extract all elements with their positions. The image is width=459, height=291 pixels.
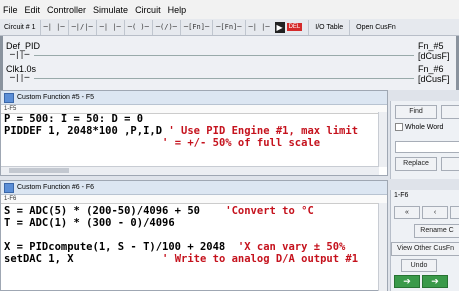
- code-line: P = 500: I = 50: D = 0: [4, 113, 144, 125]
- code-line: X = PIDcompute(1, S - T)/100 + 2048 'X c…: [4, 241, 346, 253]
- menu-bar: File Edit Controller Simulate Circuit He…: [0, 0, 459, 19]
- cf5-horizontal-scrollbar[interactable]: [1, 166, 379, 175]
- menu-help[interactable]: Help: [168, 5, 187, 15]
- rung2-wire: [34, 78, 414, 79]
- function-alt-tool[interactable]: ─[Fn]─: [212, 19, 244, 35]
- cf5-title-bar: Custom Function #5 - F5: [1, 91, 387, 105]
- first-button[interactable]: «: [394, 206, 420, 219]
- play-icon[interactable]: ▶: [274, 21, 285, 33]
- coil-tool[interactable]: ─( )─: [123, 19, 152, 35]
- code-line: setDAC 1, X ' Write to analog D/A output…: [4, 253, 359, 265]
- branch-tool[interactable]: ─| |─: [244, 19, 273, 35]
- whole-word-option[interactable]: Whole Word: [395, 123, 443, 131]
- menu-controller[interactable]: Controller: [47, 5, 86, 15]
- contact-no-tool[interactable]: ─| |─: [39, 19, 68, 35]
- code-line: T = ADC(1) * (300 - 0)/4096: [4, 217, 175, 229]
- delete-button[interactable]: DEL: [286, 23, 303, 31]
- rung1-fn-label[interactable]: Fn_#5: [418, 41, 444, 51]
- nav-tab-label: 1-F6: [394, 192, 409, 199]
- cusfn-nav-panel: 1-F6 « ‹ Rename C View Other CusFn Undo …: [390, 190, 459, 291]
- coil-not-tool[interactable]: ─(/)─: [151, 19, 180, 35]
- rung1-contact-icon[interactable]: ─||─: [10, 50, 29, 59]
- arrow-left-icon[interactable]: ➔: [394, 275, 420, 288]
- cf6-code-editor[interactable]: S = ADC(5) * (200-50)/4096 + 50 'Convert…: [4, 205, 376, 291]
- cf6-tab[interactable]: 1-F6: [1, 195, 387, 204]
- cf6-vertical-scrollbar[interactable]: [378, 203, 387, 291]
- contact-parallel-tool[interactable]: ─| |─: [95, 19, 124, 35]
- window-icon: [4, 182, 14, 193]
- cf5-title: Custom Function #5 - F5: [17, 94, 95, 101]
- contact-nc-tool[interactable]: ─|/|─: [67, 19, 96, 35]
- find-next-button[interactable]: [441, 105, 459, 119]
- menu-circuit[interactable]: Circuit: [135, 5, 161, 15]
- function-tool[interactable]: ─[Fn]─: [179, 19, 212, 35]
- next-button[interactable]: [450, 206, 459, 219]
- whole-word-label: Whole Word: [405, 123, 444, 131]
- rung1-fn-tag: [dCusF]: [418, 51, 450, 61]
- prev-button[interactable]: ‹: [422, 206, 448, 219]
- cf5-vertical-scrollbar[interactable]: [378, 112, 387, 167]
- window-icon: [4, 92, 14, 103]
- left-power-rail: [0, 36, 3, 90]
- find-button[interactable]: Find: [395, 105, 437, 119]
- menu-edit[interactable]: Edit: [25, 5, 41, 15]
- rung1-wire: [34, 55, 414, 56]
- io-table-button[interactable]: I/O Table: [308, 19, 349, 35]
- replace-button[interactable]: Replace: [395, 157, 437, 171]
- custom-function-5-window: Custom Function #5 - F5 1-F5 P = 500: I …: [0, 90, 388, 176]
- whole-word-checkbox[interactable]: [395, 123, 403, 131]
- ladder-diagram: Def_PID ─||─ Fn_#5 [dCusF] Clk1.0s ─||─ …: [0, 36, 459, 90]
- cf6-title-bar: Custom Function #6 - F6: [1, 181, 387, 195]
- toolbar: Circuit # 1 ─| |─ ─|/|─ ─| |─ ─( )─ ─(/)…: [0, 19, 459, 36]
- arrow-right-icon[interactable]: ➔: [422, 275, 448, 288]
- code-line: PIDDEF 1, 2048*100 ,P,I,D ' Use PID Engi…: [4, 125, 359, 137]
- rung2-fn-tag: [dCusF]: [418, 74, 450, 84]
- code-line: S = ADC(5) * (200-50)/4096 + 50 'Convert…: [4, 205, 314, 217]
- menu-simulate[interactable]: Simulate: [93, 5, 128, 15]
- menu-file[interactable]: File: [3, 5, 18, 15]
- cf5-code-editor[interactable]: P = 500: I = 50: D = 0 PIDDEF 1, 2048*10…: [4, 113, 376, 163]
- custom-function-6-window: Custom Function #6 - F6 1-F6 S = ADC(5) …: [0, 180, 388, 291]
- rung2-contact-icon[interactable]: ─||─: [10, 73, 29, 82]
- code-line: ' = +/- 50% of full scale: [162, 137, 321, 149]
- replace-all-button[interactable]: [441, 157, 459, 171]
- rename-button[interactable]: Rename C: [414, 224, 459, 238]
- replace-input[interactable]: [395, 141, 459, 153]
- undo-button[interactable]: Undo: [401, 259, 437, 272]
- open-cusfn-button[interactable]: Open CusFn: [349, 19, 402, 35]
- circuit-selector[interactable]: Circuit # 1: [0, 24, 40, 31]
- find-replace-panel: Find Whole Word Replace: [390, 101, 459, 179]
- cf6-title: Custom Function #6 - F6: [17, 184, 95, 191]
- view-other-cusfn-button[interactable]: View Other CusFn: [391, 242, 459, 256]
- scroll-thumb[interactable]: [9, 168, 69, 173]
- rung2-fn-label[interactable]: Fn_#6: [418, 64, 444, 74]
